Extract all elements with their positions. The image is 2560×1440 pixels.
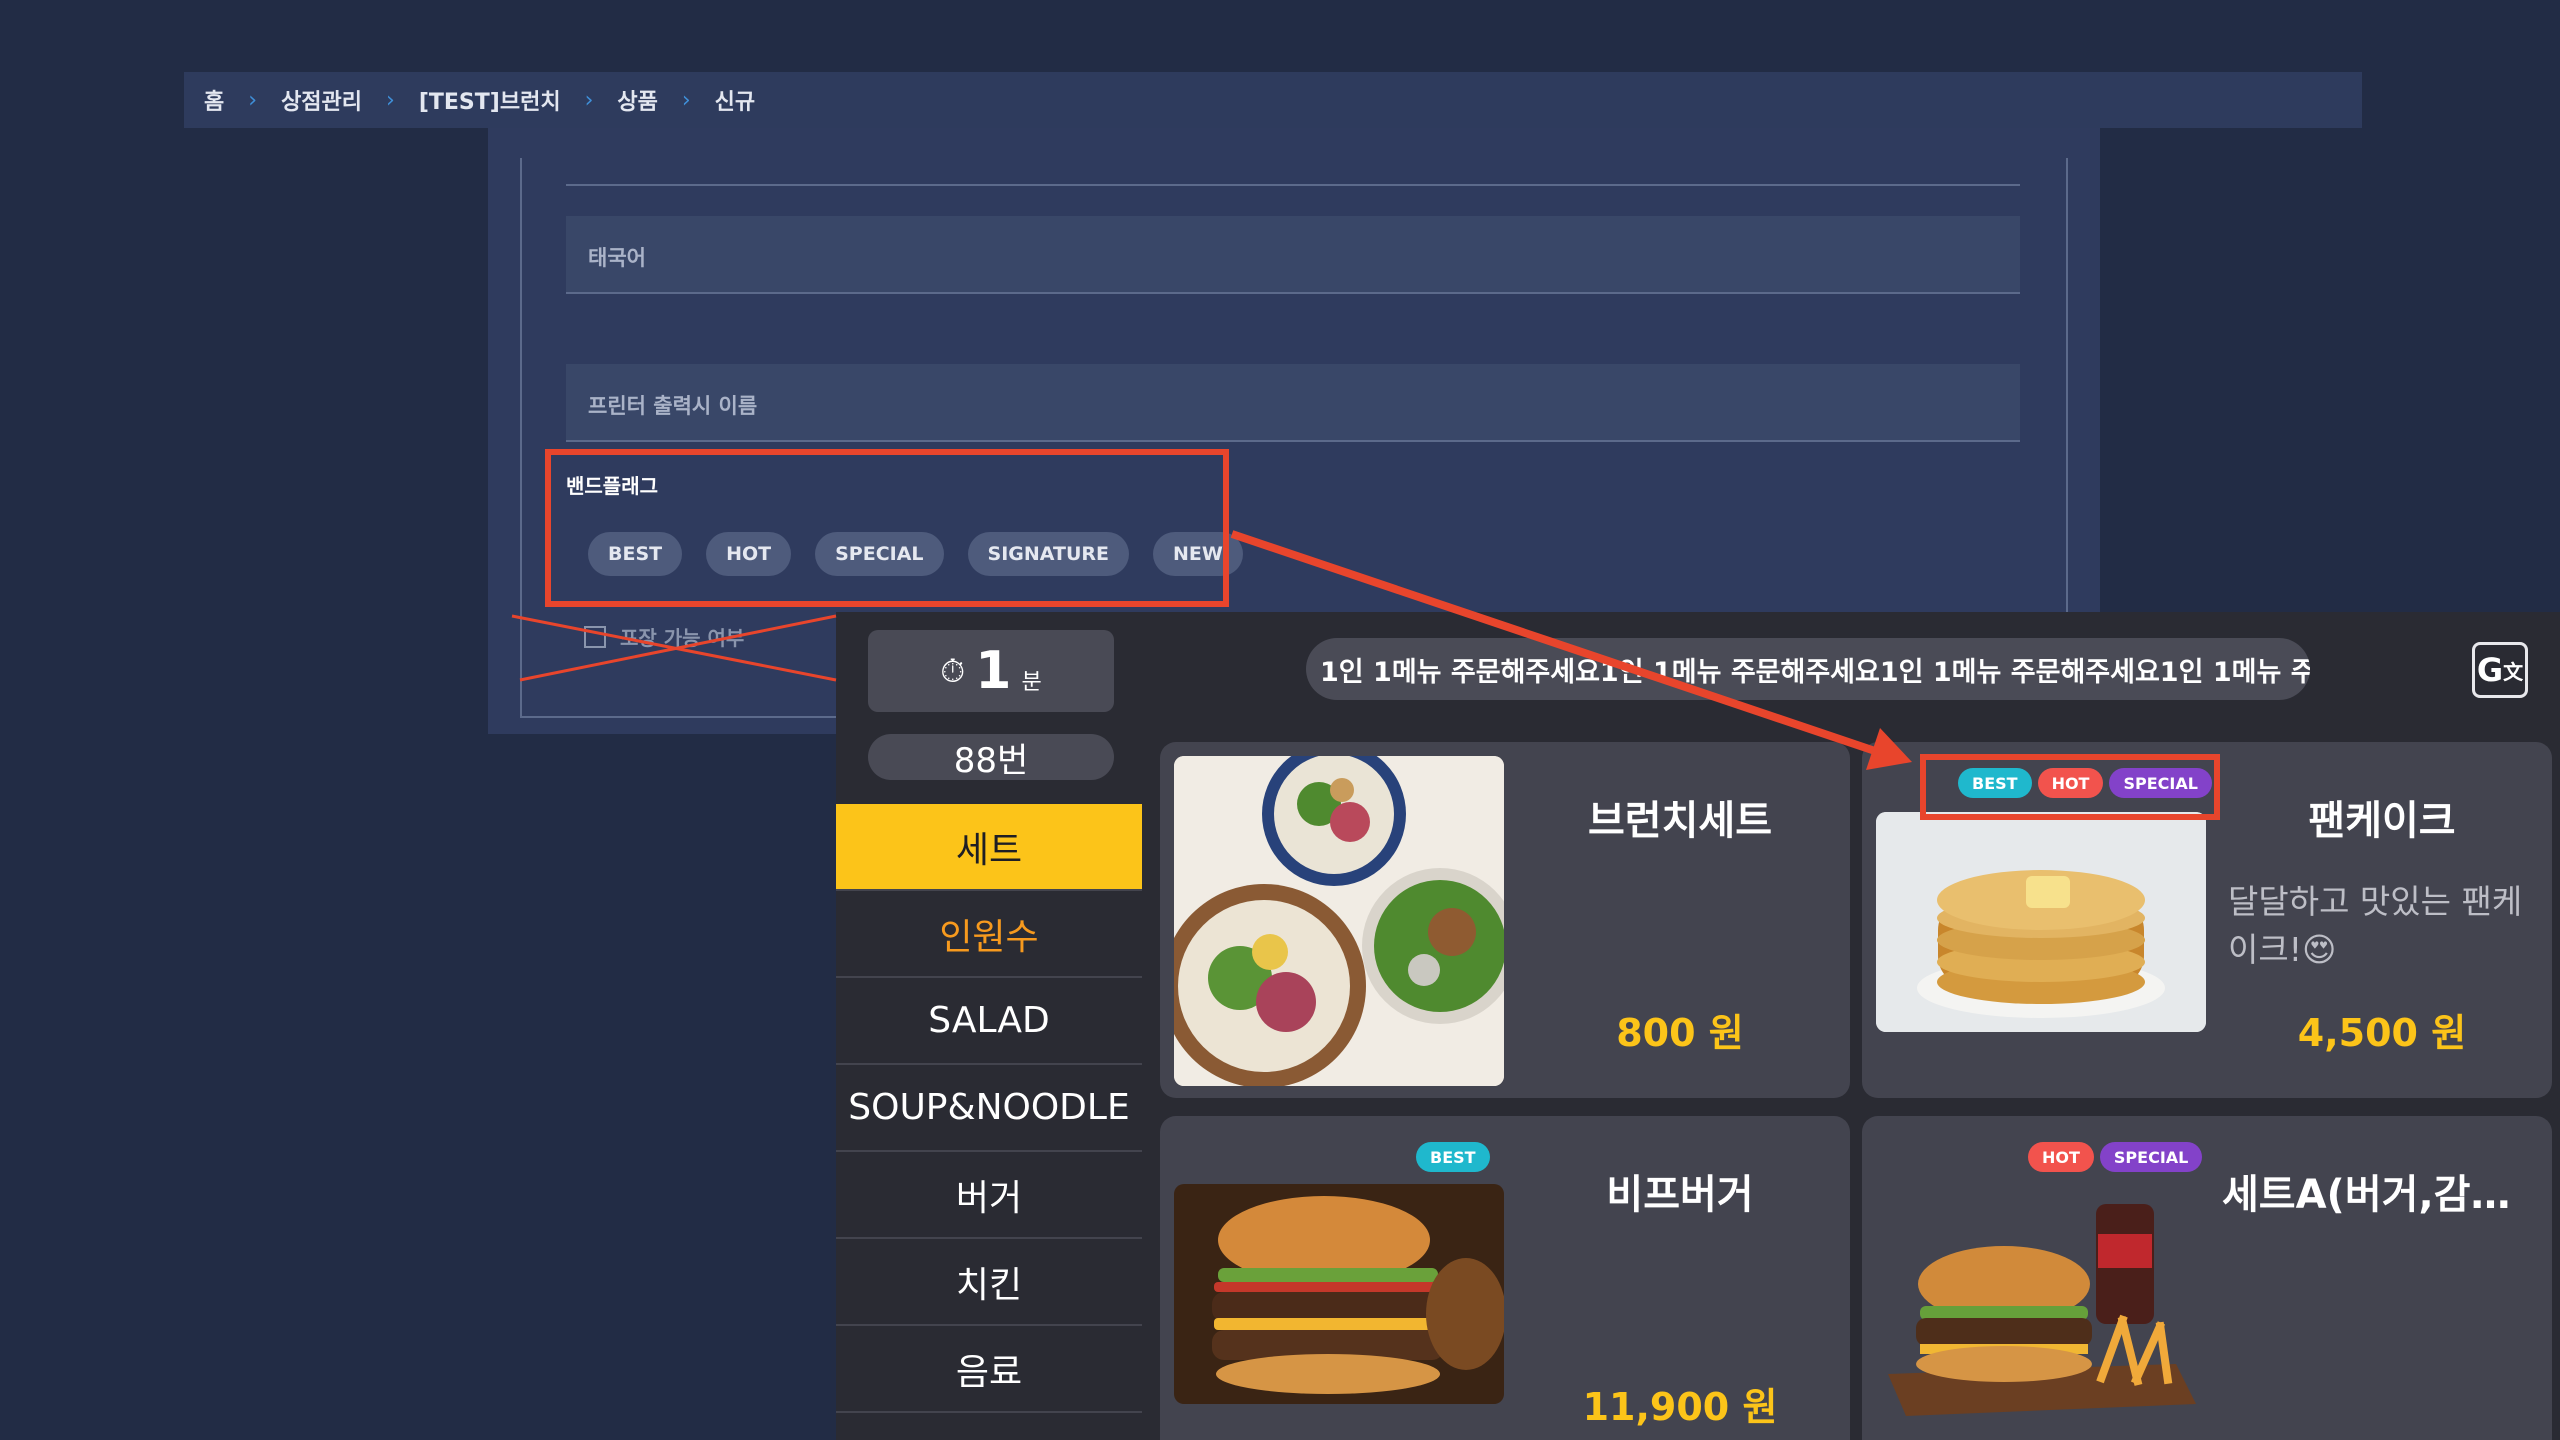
printer-name-placeholder: 프린터 출력시 이름: [588, 394, 758, 418]
packable-checkbox[interactable]: [584, 625, 606, 648]
thai-name-placeholder: 태국어: [588, 246, 646, 270]
chevron-right-icon: ›: [681, 87, 691, 113]
product-price: 4,500 원: [2297, 1011, 2467, 1055]
product-price: 11,900 원: [1582, 1385, 1778, 1429]
field-divider: [566, 184, 2020, 186]
category-drinks[interactable]: 음료: [836, 1326, 1142, 1413]
highlight-box-brand-flags: [545, 449, 1229, 607]
highlight-box-kiosk-tags: [1920, 754, 2220, 820]
breadcrumb-store[interactable]: [TEST]브런치: [419, 84, 561, 116]
breadcrumb-home[interactable]: 홈: [204, 84, 224, 116]
category-salad[interactable]: SALAD: [836, 978, 1142, 1065]
chevron-right-icon: ›: [584, 87, 594, 113]
tag-hot: HOT: [2028, 1142, 2094, 1172]
table-number: 88번: [868, 734, 1114, 781]
category-chicken[interactable]: 치킨: [836, 1239, 1142, 1326]
timer-unit: 분: [1021, 670, 1042, 695]
chevron-right-icon: ›: [386, 87, 395, 113]
product-card-beef-burger[interactable]: BEST 비프버거 11,900 원: [1160, 1116, 1850, 1440]
packable-option[interactable]: 포장 가능 여부: [584, 622, 744, 651]
beef-burger-image: [1174, 1184, 1504, 1404]
notice-text: 1인 1메뉴 주문해주세요1인 1메뉴 주문해주세요1인 1메뉴 주문해주세요1…: [1320, 656, 2310, 688]
breadcrumb-products[interactable]: 상품: [617, 84, 657, 116]
printer-name-field[interactable]: 프린터 출력시 이름: [566, 364, 2020, 442]
burger-set-image: [1876, 1194, 2206, 1434]
pancake-image: [1876, 812, 2206, 1032]
product-price: 800 원: [1616, 1011, 1744, 1055]
product-card-brunch-set[interactable]: 브런치세트 800 원: [1160, 742, 1850, 1098]
product-card-set-a[interactable]: HOT SPECIAL 세트A(버거,감자튀김): [1862, 1116, 2552, 1440]
stopwatch-icon: ⏱: [940, 651, 966, 690]
category-set[interactable]: 세트: [836, 804, 1142, 891]
breadcrumb-store-management[interactable]: 상점관리: [281, 84, 362, 116]
salad-bowls-image: [1174, 756, 1504, 1086]
breadcrumb-new: 신규: [714, 90, 756, 115]
notice-marquee: 1인 1메뉴 주문해주세요1인 1메뉴 주문해주세요1인 1메뉴 주문해주세요1…: [1306, 638, 2310, 700]
packable-label: 포장 가능 여부: [620, 626, 745, 650]
thai-name-field[interactable]: 태국어: [566, 216, 2020, 294]
tag-best: BEST: [1416, 1142, 1490, 1172]
category-list: 세트 인원수 SALAD SOUP&NOODLE 버거 치킨 음료: [836, 804, 1142, 1413]
category-headcount[interactable]: 인원수: [836, 891, 1142, 978]
breadcrumb: 홈 › 상점관리 › [TEST]브런치 › 상품 › 신규: [184, 72, 2362, 128]
category-burger[interactable]: 버거: [836, 1152, 1142, 1239]
tag-special: SPECIAL: [2099, 1142, 2203, 1172]
timer-value: 1: [975, 641, 1012, 701]
product-name: 팬케이크: [2308, 798, 2456, 844]
session-timer: ⏱ 1 분: [868, 630, 1114, 712]
product-name: 브런치세트: [1588, 798, 1772, 844]
product-name: 세트A(버거,감자튀김): [2222, 1172, 2542, 1218]
product-description: 달달하고 맛있는 팬케이크!😍: [2228, 882, 2523, 969]
product-name: 비프버거: [1606, 1172, 1754, 1218]
product-tags: HOT SPECIAL: [2028, 1142, 2203, 1172]
chevron-right-icon: ›: [248, 87, 258, 113]
category-soup-noodle[interactable]: SOUP&NOODLE: [836, 1065, 1142, 1152]
translate-icon[interactable]: G文: [2472, 642, 2528, 698]
kiosk-preview: ⏱ 1 분 88번 1인 1메뉴 주문해주세요1인 1메뉴 주문해주세요1인 1…: [836, 612, 2560, 1440]
product-tags: BEST: [1416, 1142, 1490, 1172]
